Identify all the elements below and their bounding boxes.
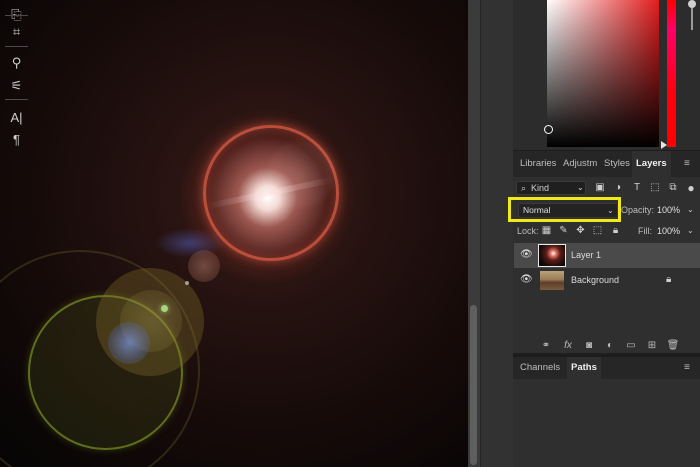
layer-lock-icon: 🔒︎ [666, 274, 672, 285]
chevron-down-icon: ⌄ [577, 183, 584, 192]
puppet-warp-icon[interactable]: ⚲ [0, 52, 33, 74]
type-filter-icon[interactable]: T [630, 181, 644, 195]
lock-artboard-icon[interactable]: ⬚ [591, 224, 604, 238]
lock-transparent-icon[interactable]: ▦ [540, 224, 553, 238]
document-canvas[interactable] [0, 0, 468, 467]
fill-label: Fill: [638, 226, 652, 236]
layer-row-background[interactable]: 👁︎ Background 🔒︎ [514, 268, 700, 293]
flare-main-glow [180, 110, 355, 285]
new-layer-icon[interactable]: ⊞ [645, 339, 659, 353]
panel-menu-icon[interactable]: ≡ [684, 158, 690, 169]
adjust-sliders-icon[interactable]: ⚟ [0, 75, 33, 97]
delete-layer-icon[interactable]: 🗑︎ [666, 339, 680, 353]
lock-position-icon[interactable]: ✥ [574, 224, 587, 238]
lock-pixels-icon[interactable]: ✎ [557, 224, 570, 238]
flare-rays [205, 176, 335, 210]
filter-toggle-icon[interactable]: ● [684, 181, 698, 195]
link-layers-icon[interactable]: ⚭ [539, 339, 553, 353]
paragraph-icon[interactable]: ¶ [0, 128, 33, 150]
flare-green-dot [161, 305, 168, 312]
flare-small-orb [188, 250, 220, 282]
opacity-chevron-icon[interactable]: ⌄ [687, 205, 694, 214]
color-cursor[interactable] [544, 125, 553, 134]
tab-adjustments[interactable]: Adjustm [563, 151, 597, 177]
pixel-filter-icon[interactable]: ▣ [593, 181, 607, 195]
layer-name: Layer 1 [571, 250, 602, 260]
layer-thumbnail [538, 244, 566, 267]
new-group-icon[interactable]: ▭ [624, 339, 638, 353]
flare-red-ring [203, 125, 339, 261]
search-icon: ⌕ [521, 183, 527, 193]
tab-libraries[interactable]: Libraries [520, 151, 556, 177]
picker-scroll-track[interactable] [691, 8, 693, 30]
tool-separator [5, 15, 28, 16]
fill-chevron-icon[interactable]: ⌄ [687, 226, 694, 235]
picker-scroll-handle[interactable] [688, 0, 696, 8]
lock-label: Lock: [517, 226, 539, 236]
layer-row-layer-1[interactable]: 👁︎ Layer 1 [514, 243, 700, 268]
blend-mode-highlight [508, 197, 621, 222]
canvas-scroll-thumb[interactable] [470, 305, 477, 465]
hue-slider-marker[interactable] [661, 141, 667, 149]
visibility-eye-icon[interactable]: 👁︎ [520, 274, 533, 285]
fx-icon[interactable]: fx [561, 339, 575, 353]
tab-styles[interactable]: Styles [604, 151, 630, 177]
flare-mid-orb [120, 290, 182, 352]
tool-separator [5, 46, 28, 47]
smart-object-filter-icon[interactable]: ⧉ [666, 181, 680, 195]
flare-blue-core [108, 322, 150, 364]
flare-ghost [265, 138, 337, 210]
shape-filter-icon[interactable]: ⬚ [648, 181, 662, 195]
hue-slider[interactable] [667, 0, 676, 147]
adjustment-filter-icon[interactable]: ◑ [611, 181, 625, 195]
saturation-value-field[interactable] [547, 0, 659, 147]
layer-name: Background [571, 275, 620, 285]
flare-outer-ring [0, 250, 200, 467]
filter-kind-select[interactable]: ⌕ Kind ⌄ [516, 181, 586, 195]
add-mask-icon[interactable]: ◙ [582, 339, 596, 353]
layer-thumbnail [540, 271, 564, 290]
content-aware-icon[interactable]: ⌗ [0, 21, 33, 43]
adjustment-layer-icon[interactable]: ◐ [603, 339, 617, 353]
tool-separator [5, 99, 28, 100]
flare-green-ring [28, 295, 183, 450]
type-cursor-icon[interactable]: A| [0, 106, 33, 128]
opacity-label: Opacity: [621, 205, 655, 215]
tab-layers[interactable]: Layers [632, 151, 671, 177]
tab-channels[interactable]: Channels [520, 357, 560, 379]
visibility-eye-icon[interactable]: 👁︎ [520, 249, 533, 260]
flare-blue-streak [155, 228, 225, 258]
opacity-field[interactable]: 100% [657, 205, 680, 215]
filter-kind-label: Kind [531, 183, 550, 193]
panel-menu-icon[interactable]: ≡ [684, 362, 690, 373]
fill-field[interactable]: 100% [657, 226, 680, 236]
flare-dot [185, 281, 189, 285]
tools-strip [480, 0, 513, 467]
lock-all-icon[interactable]: 🔒︎ [609, 224, 622, 238]
tab-paths[interactable]: Paths [567, 357, 601, 379]
flare-yellow-orb [96, 268, 204, 376]
